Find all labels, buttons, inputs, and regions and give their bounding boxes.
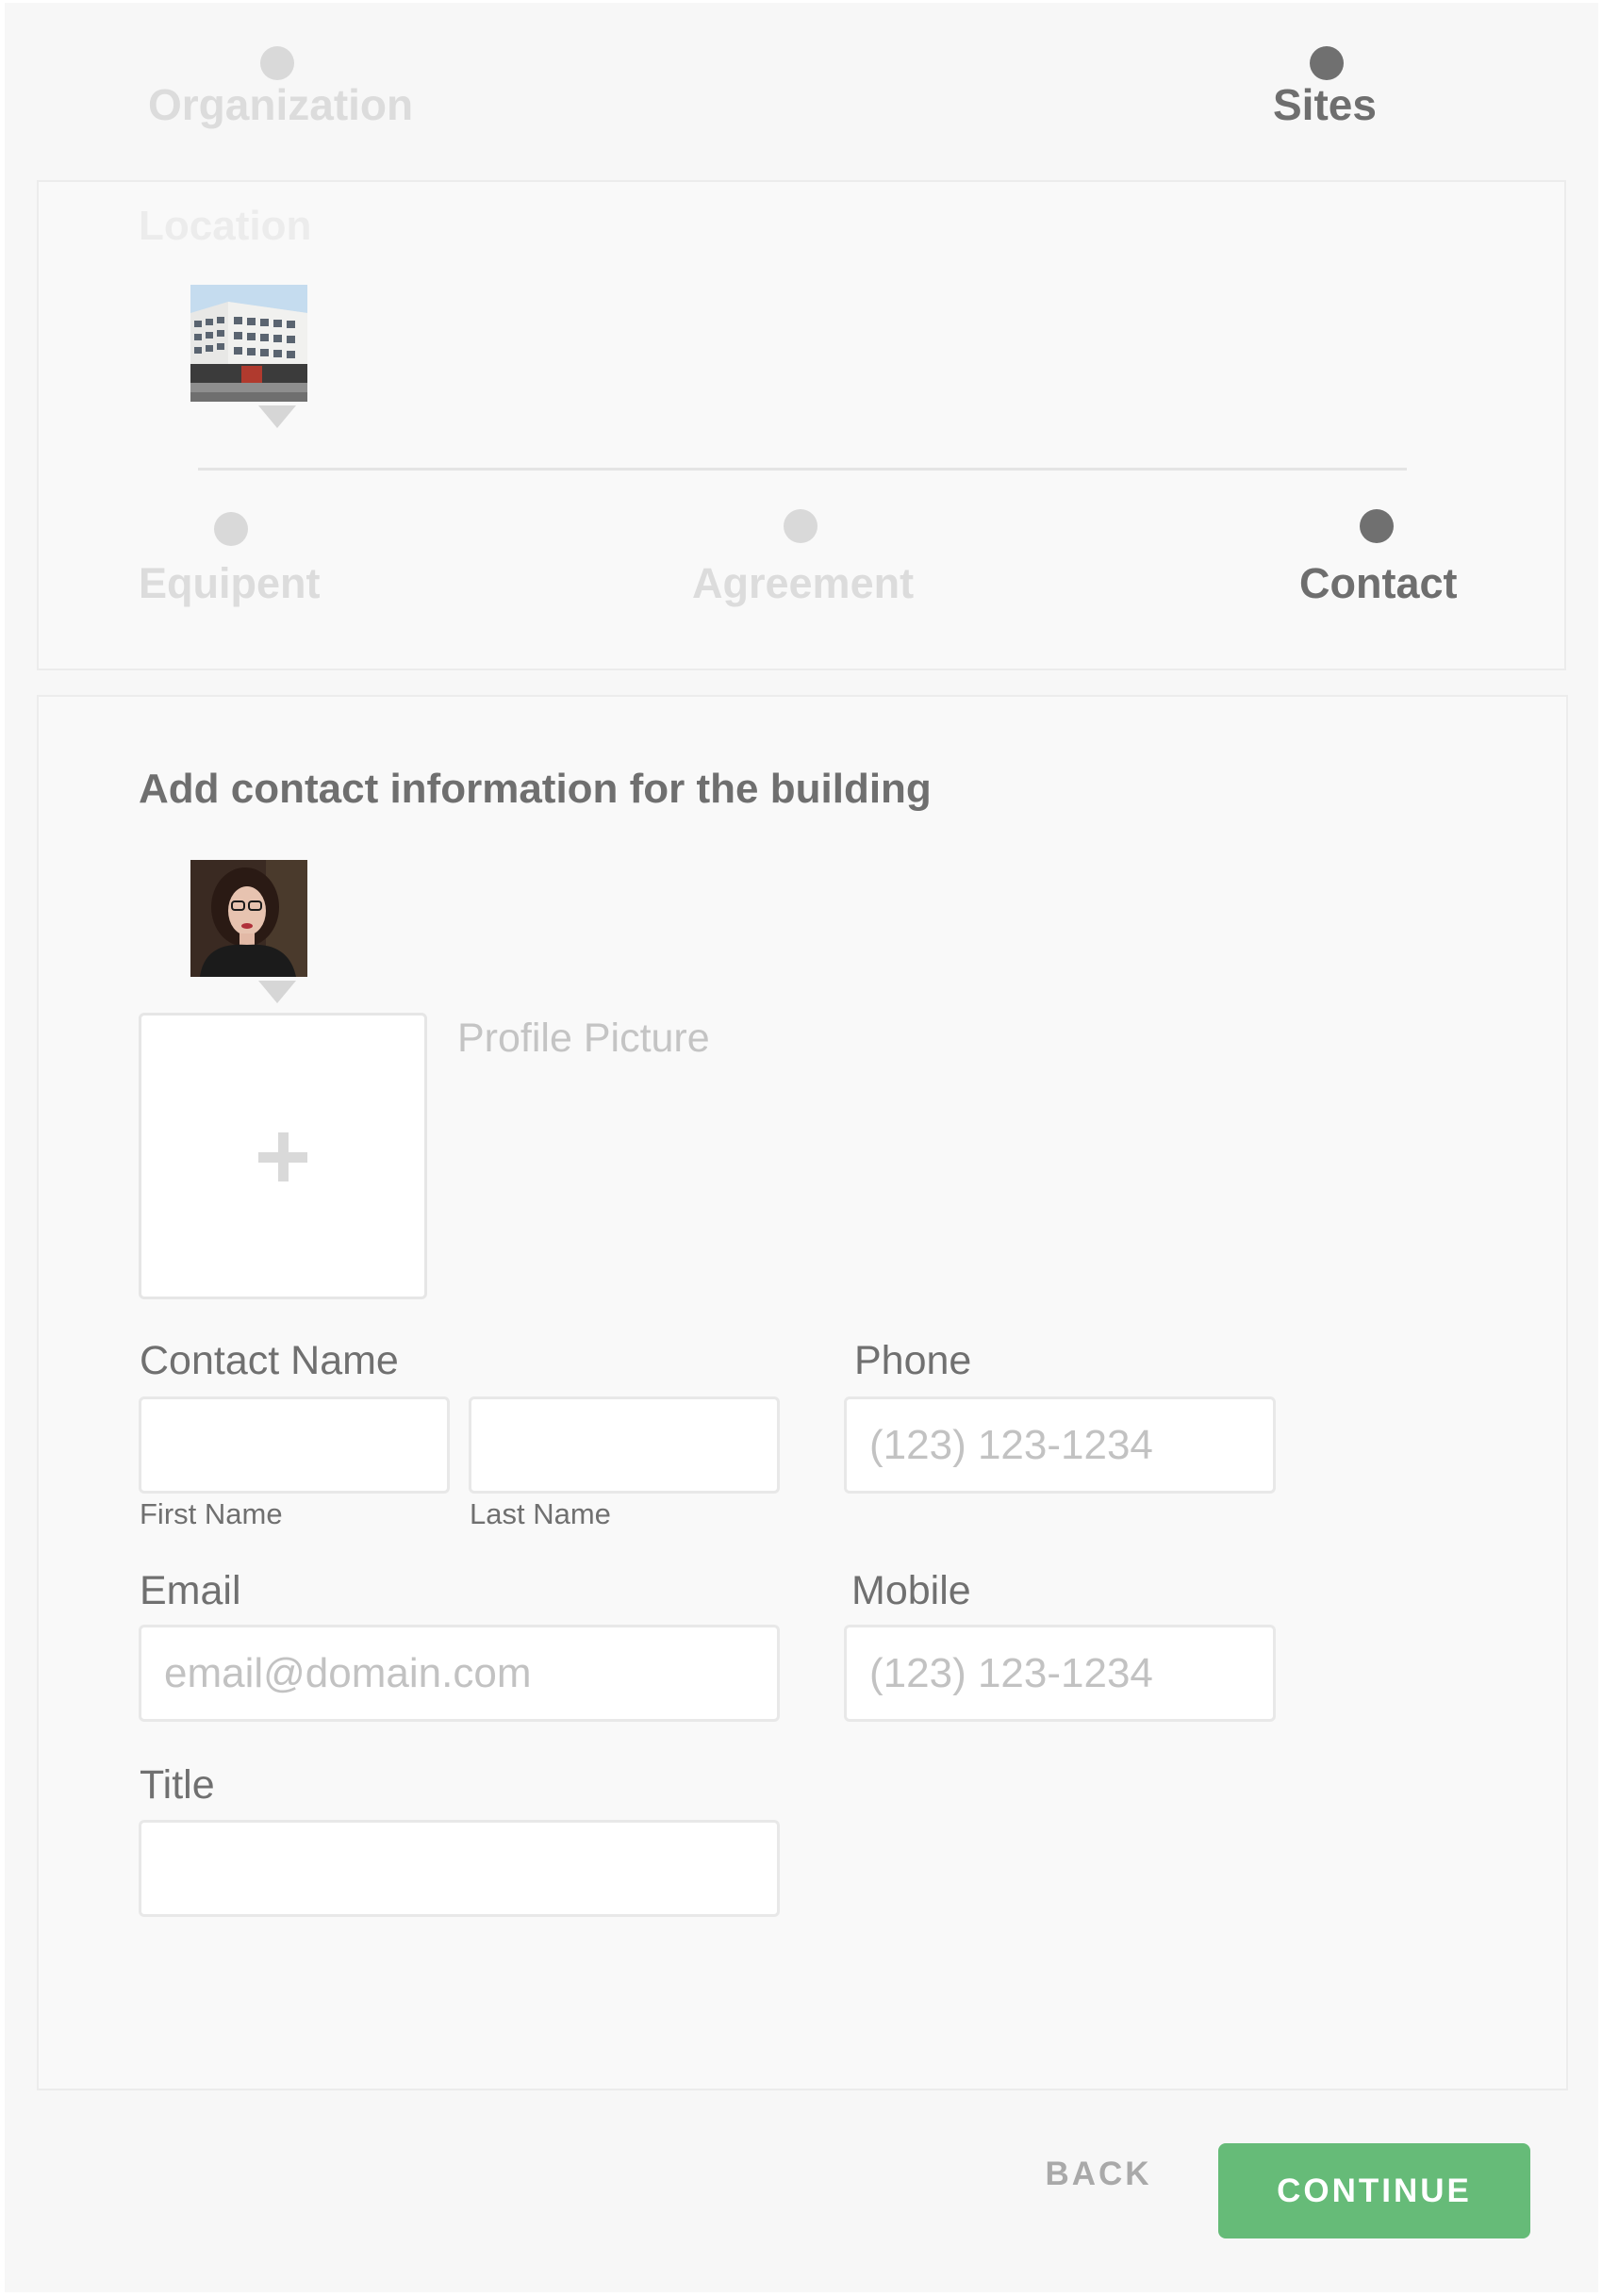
avatar-photo-icon [190,860,307,977]
last-name-label: Last Name [470,1497,611,1530]
substeps-divider [198,468,1407,471]
first-name-label: First Name [140,1497,283,1530]
mobile-input[interactable] [844,1625,1276,1722]
title-label: Title [140,1762,215,1808]
title-input[interactable] [139,1820,780,1917]
building-thumbnail [190,285,307,402]
phone-label: Phone [854,1338,972,1383]
substep-dot-agreement [784,509,818,543]
mobile-label: Mobile [851,1568,971,1613]
location-label: Location [139,203,312,249]
step-dot-sites [1310,46,1344,80]
first-name-input[interactable] [139,1396,450,1494]
form-heading: Add contact information for the building [139,766,932,812]
profile-picture-upload[interactable] [139,1013,427,1299]
last-name-input[interactable] [469,1396,780,1494]
email-label: Email [140,1568,241,1613]
substep-label-equipent[interactable]: Equipent [139,562,320,604]
continue-button[interactable]: CONTINUE [1218,2143,1530,2238]
email-input[interactable] [139,1625,780,1722]
avatar-pointer-icon [258,981,296,1003]
contact-name-label: Contact Name [140,1338,399,1383]
step-dot-organization [260,46,294,80]
substep-dot-contact [1360,509,1394,543]
location-pointer-icon [258,405,296,428]
substep-label-agreement[interactable]: Agreement [692,562,914,604]
step-label-organization[interactable]: Organization [148,83,413,126]
building-photo-icon [190,285,307,402]
substep-label-contact[interactable]: Contact [1299,562,1458,604]
profile-picture-label: Profile Picture [457,1016,710,1061]
back-button[interactable]: BACK [1032,2139,1164,2210]
plus-icon-vertical [278,1132,289,1181]
phone-input[interactable] [844,1396,1276,1494]
step-label-sites[interactable]: Sites [1273,83,1377,126]
contact-avatar-thumbnail [190,860,307,977]
substep-dot-equipent [214,512,248,546]
